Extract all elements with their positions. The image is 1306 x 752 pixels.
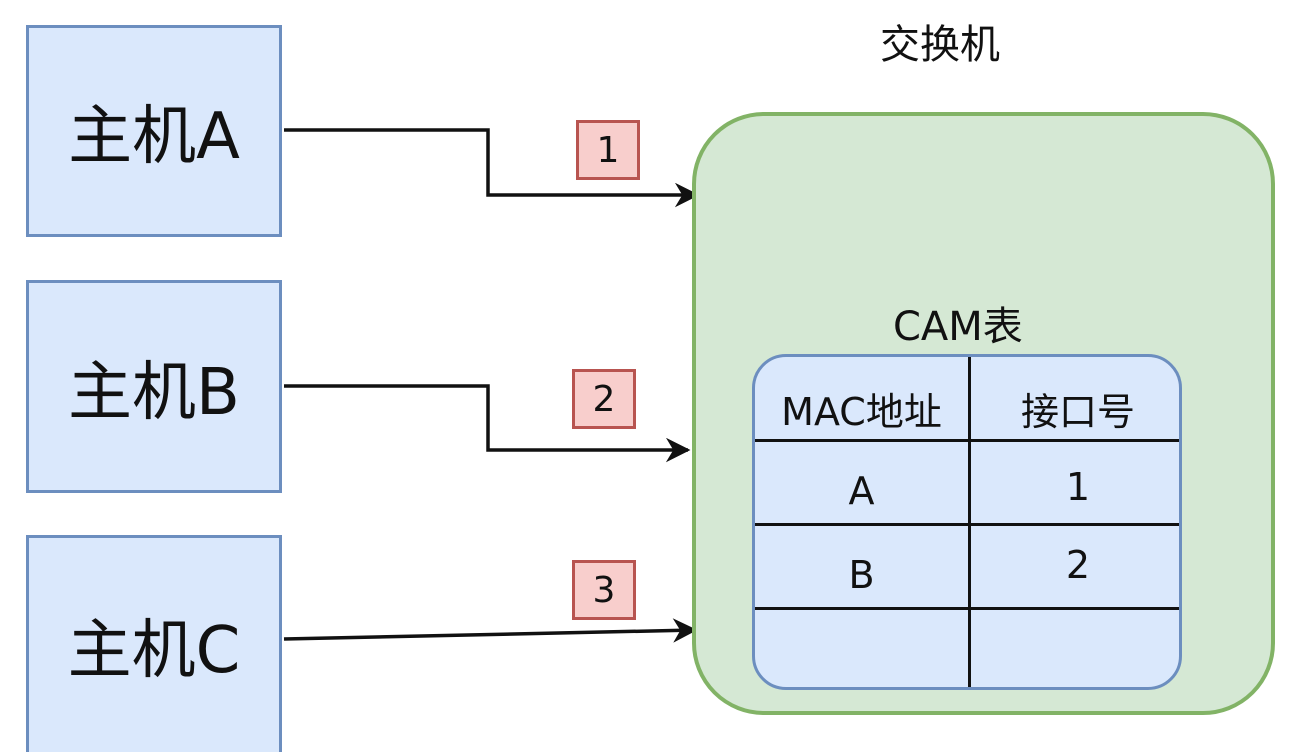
step-badge-1: 1 (576, 120, 640, 180)
cam-cell-port: 1 (1065, 465, 1091, 509)
cam-cell-mac: A (848, 469, 875, 513)
cam-cell-mac (755, 610, 968, 687)
host-b-box: 主机B (26, 280, 282, 493)
cam-cell-port (971, 610, 1179, 687)
host-c-box: 主机C (26, 535, 282, 752)
step-badge-1-label: 1 (596, 129, 620, 171)
cam-cell-mac: B (848, 553, 875, 597)
cam-table: MAC地址 接口号 A 1 B 2 (752, 354, 1182, 690)
step-badge-3-label: 3 (592, 569, 616, 611)
cam-table-title: CAM表 (893, 304, 1023, 350)
cam-header-port: 接口号 (1020, 389, 1135, 434)
host-c-label: 主机C (67, 614, 241, 688)
step-badge-2-label: 2 (592, 378, 616, 420)
host-a-box: 主机A (26, 25, 282, 237)
step-badge-3: 3 (572, 560, 636, 620)
switch-title: 交换机 (880, 22, 1000, 68)
cam-cell-port: 2 (1065, 543, 1091, 587)
cam-header-mac: MAC地址 (781, 389, 942, 434)
step-badge-2: 2 (572, 369, 636, 429)
host-a-label: 主机A (68, 100, 240, 174)
host-b-label: 主机B (68, 355, 240, 430)
arrow-host-c (283, 618, 698, 643)
